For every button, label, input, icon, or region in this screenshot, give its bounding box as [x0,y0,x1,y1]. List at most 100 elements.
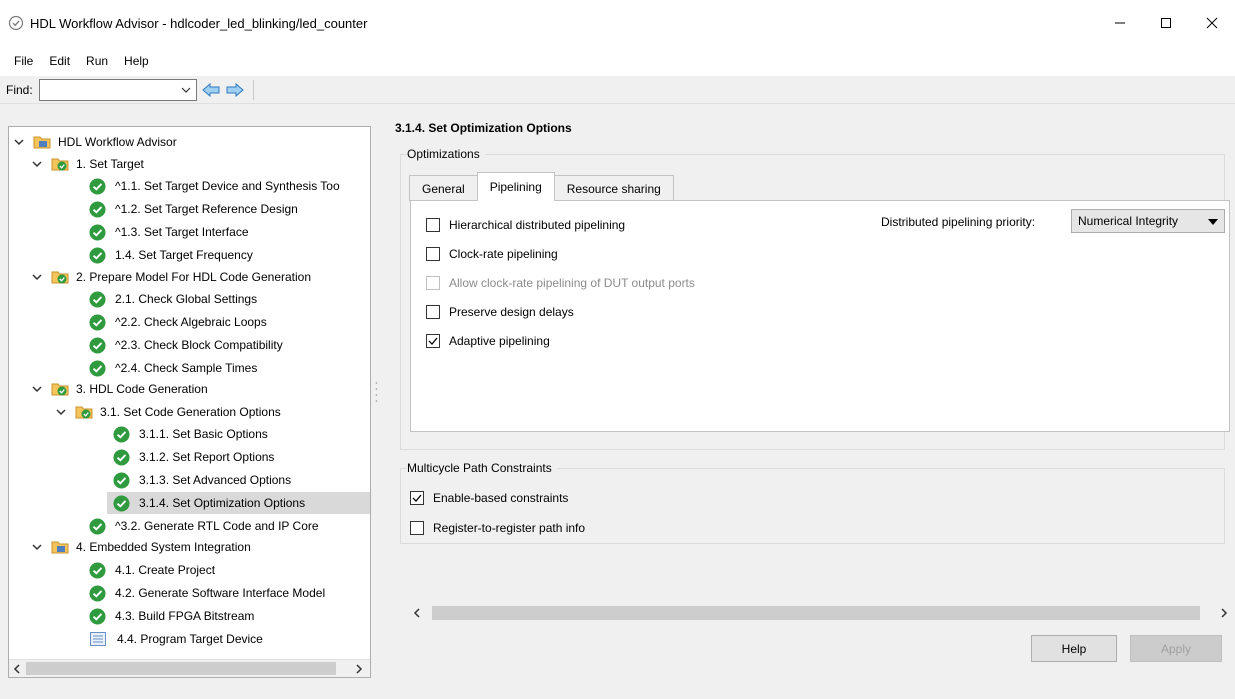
tree-item-label: 1.4. Set Target Frequency [115,248,253,262]
pipelining-tab-content: Hierarchical distributed pipelining Dist… [410,200,1230,432]
chevron-down-icon[interactable] [31,271,43,283]
tree-item-label: 4.2. Generate Software Interface Model [115,586,326,600]
tree-item-1-2[interactable]: ^1.2. Set Target Reference Design [89,198,302,220]
apply-button[interactable]: Apply [1130,635,1222,662]
tree-item-4-1[interactable]: 4.1. Create Project [89,559,219,581]
preserve-design-delays-checkbox[interactable]: Preserve design delays [426,305,574,319]
tree-item-label: 4. Embedded System Integration [76,540,251,554]
tab-resource-sharing[interactable]: Resource sharing [553,175,674,201]
menu-help[interactable]: Help [116,54,157,68]
tree-item-3-1-1[interactable]: 3.1.1. Set Basic Options [113,423,272,445]
check-icon [89,359,106,377]
tree-item-1-4[interactable]: 1.4. Set Target Frequency [89,244,257,266]
tab-label: Resource sharing [566,181,661,196]
minimize-button[interactable] [1097,0,1143,46]
tree-horizontal-scrollbar[interactable] [9,659,370,677]
tree-item-label: ^1.2. Set Target Reference Design [115,202,298,216]
tree-item-3-1-4[interactable]: 3.1.4. Set Optimization Options [107,492,370,514]
clock-rate-pipelining-checkbox[interactable]: Clock-rate pipelining [426,247,558,261]
maximize-button[interactable] [1143,0,1189,46]
help-button[interactable]: Help [1031,635,1117,662]
check-icon [89,246,106,264]
checkbox-label: Adaptive pipelining [449,334,550,348]
tab-pipelining[interactable]: Pipelining [476,172,555,201]
allow-output-ports-checkbox: Allow clock-rate pipelining of DUT outpu… [426,276,695,290]
close-button[interactable] [1189,0,1235,46]
scrollbar-thumb[interactable] [432,606,1200,620]
splitter-grip[interactable] [375,380,378,406]
workflow-tree[interactable]: HDL Workflow Advisor 1. Set Target ^1.1.… [8,126,371,678]
tree-item-set-code-generation-options[interactable]: 3.1. Set Code Generation Options [55,401,285,423]
tab-general[interactable]: General [409,175,478,201]
tree-item-label: 3.1.4. Set Optimization Options [136,494,310,512]
enable-based-constraints-checkbox[interactable]: Enable-based constraints [410,491,568,505]
checkbox-box[interactable] [410,491,424,505]
tree-item-2-3[interactable]: ^2.3. Check Block Compatibility [89,334,287,356]
tree-item-2-1[interactable]: 2.1. Check Global Settings [89,288,261,310]
checkbox-box[interactable] [426,334,440,348]
chevron-down-icon[interactable] [31,158,43,170]
chevron-down-icon[interactable] [55,406,67,418]
menu-run[interactable]: Run [78,54,116,68]
multicycle-group-label: Multicycle Path Constraints [407,461,557,475]
checkbox-label: Allow clock-rate pipelining of DUT outpu… [449,276,695,290]
tree-item-2-2[interactable]: ^2.2. Check Algebraic Loops [89,311,271,333]
tree-item-hdl-code-generation[interactable]: 3. HDL Code Generation [31,378,212,400]
tree-item-2-4[interactable]: ^2.4. Check Sample Times [89,357,261,379]
chevron-right-icon[interactable] [1219,607,1229,619]
checkbox-box[interactable] [410,521,424,535]
tree-item-3-1-3[interactable]: 3.1.3. Set Advanced Options [113,469,295,491]
tree-item-label: ^2.4. Check Sample Times [115,361,258,375]
tree-item-prepare-model[interactable]: 2. Prepare Model For HDL Code Generation [31,266,315,288]
tree-item-hdl-workflow-advisor[interactable]: HDL Workflow Advisor [13,131,181,153]
tree-item-embedded-system-integration[interactable]: 4. Embedded System Integration [31,536,255,558]
menu-file[interactable]: File [6,54,41,68]
tree-item-label: 4.3. Build FPGA Bitstream [115,609,255,623]
checkbox-box[interactable] [426,247,440,261]
check-icon [89,177,106,195]
check-icon [89,561,106,579]
hierarchical-pipelining-checkbox[interactable]: Hierarchical distributed pipelining [426,218,625,232]
title-bar: HDL Workflow Advisor - hdlcoder_led_blin… [0,0,1235,46]
panel-horizontal-scrollbar[interactable] [408,604,1233,622]
checkbox-label: Register-to-register path info [433,521,586,535]
check-icon [89,584,106,602]
tree-item-label: 1. Set Target [76,157,144,171]
tree-item-label: 2. Prepare Model For HDL Code Generation [76,270,312,284]
checkbox-box[interactable] [426,305,440,319]
minimize-icon [1115,22,1125,24]
priority-dropdown[interactable]: Numerical Integrity [1071,209,1225,233]
register-path-info-checkbox[interactable]: Register-to-register path info [410,521,585,535]
tree-item-1-1[interactable]: ^1.1. Set Target Device and Synthesis To… [89,175,344,197]
tree-item-label: ^2.2. Check Algebraic Loops [115,315,267,329]
chevron-down-icon[interactable] [31,541,43,553]
scrollbar-thumb[interactable] [26,662,336,675]
chevron-left-icon[interactable] [12,663,22,675]
check-icon [113,471,130,489]
close-icon [1206,17,1218,29]
tab-label: Pipelining [489,180,542,194]
tree-item-3-1-2[interactable]: 3.1.2. Set Report Options [113,446,278,468]
folder-check-icon [51,271,69,284]
tree-item-set-target[interactable]: 1. Set Target [31,153,148,175]
menu-edit[interactable]: Edit [41,54,78,68]
chevron-down-icon[interactable] [31,383,43,395]
tree-item-4-2[interactable]: 4.2. Generate Software Interface Model [89,582,329,604]
chevron-down-icon[interactable] [13,136,25,148]
find-combobox[interactable] [38,78,197,101]
chevron-left-icon[interactable] [412,607,422,619]
tree-item-4-3[interactable]: 4.3. Build FPGA Bitstream [89,605,258,627]
chevron-right-icon[interactable] [354,663,364,675]
find-previous-button[interactable] [201,81,221,99]
find-next-button[interactable] [225,81,245,99]
checkbox-box[interactable] [426,218,440,232]
matlab-check-icon [8,15,24,31]
check-icon [89,607,106,625]
tree-item-3-2[interactable]: ^3.2. Generate RTL Code and IP Core [89,515,323,537]
adaptive-pipelining-checkbox[interactable]: Adaptive pipelining [426,334,550,348]
tree-item-1-3[interactable]: ^1.3. Set Target Interface [89,221,253,243]
checkbox-label: Clock-rate pipelining [449,247,558,261]
maximize-icon [1161,18,1171,28]
chevron-down-icon [181,87,191,93]
tree-item-4-4[interactable]: 4.4. Program Target Device [90,628,267,650]
